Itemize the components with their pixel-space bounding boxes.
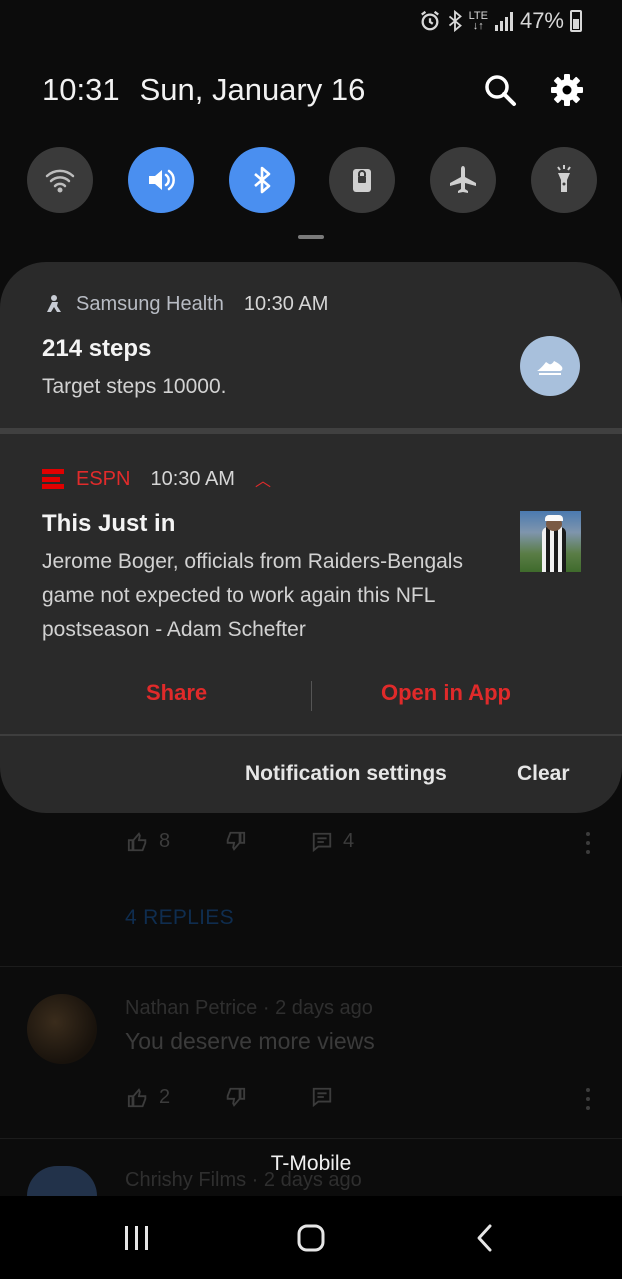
volume-icon: [148, 169, 175, 191]
thumbs-down-icon: [226, 831, 246, 851]
notification-header: ESPN 10:30 AM ︿: [42, 467, 271, 491]
navigation-bar: [0, 1196, 622, 1279]
notification-title: This Just in: [42, 510, 176, 537]
notification-title: 214 steps: [42, 335, 152, 362]
notification-divider: [0, 428, 622, 434]
like-count: 2: [159, 1086, 171, 1108]
like-count: 8: [159, 830, 171, 852]
open-in-app-button[interactable]: Open in App: [381, 680, 511, 706]
home-button[interactable]: [291, 1220, 331, 1256]
notification-header: Samsung Health 10:30 AM: [42, 293, 328, 316]
status-icons: LTE ↓↑ 47%: [419, 8, 582, 34]
reply-action[interactable]: 4: [311, 830, 354, 853]
notification-body: Target steps 10000.: [42, 375, 227, 398]
thumbs-up-icon: [127, 831, 147, 851]
toggle-screen-lock[interactable]: [329, 147, 396, 213]
quick-toggles: [27, 147, 597, 213]
more-options-icon[interactable]: [586, 1088, 594, 1110]
wifi-icon: [45, 169, 75, 193]
notification-time: 10:30 AM: [150, 467, 235, 490]
shoe-icon: [537, 361, 563, 375]
dislike-action[interactable]: [224, 830, 246, 852]
flashlight-icon: [557, 165, 571, 192]
notification-time: 10:30 AM: [243, 293, 329, 315]
notification-body-line: game not expected to work again this NFL: [42, 584, 436, 607]
like-action[interactable]: 8: [127, 830, 170, 853]
lock-icon: [353, 169, 372, 192]
notification-panel: Samsung Health 10:30 AM 214 steps Target…: [0, 262, 622, 813]
lte-icon: LTE ↓↑: [468, 10, 488, 32]
share-button[interactable]: Share: [146, 680, 207, 706]
toggle-bluetooth[interactable]: [228, 147, 295, 213]
back-icon: [477, 1224, 492, 1252]
espn-logo-icon: [42, 469, 64, 489]
recent-apps-button[interactable]: [117, 1220, 157, 1256]
back-button[interactable]: [465, 1220, 505, 1256]
app-name: Samsung Health: [76, 293, 224, 315]
footer-divider: [0, 734, 622, 736]
avatar[interactable]: [27, 994, 97, 1064]
steps-button[interactable]: [520, 336, 580, 396]
status-bar: LTE ↓↑ 47%: [0, 0, 622, 42]
toggle-flashlight[interactable]: [530, 147, 597, 213]
airplane-icon: [450, 166, 477, 193]
thumbs-down-icon: [226, 1087, 246, 1107]
comment-meta: Nathan Petrice · 2 days ago: [125, 997, 373, 1019]
clock: 10:31: [42, 72, 120, 107]
battery-icon: [570, 10, 582, 32]
comment-divider: [0, 966, 622, 967]
comment-icon: [312, 832, 332, 852]
toggle-sound[interactable]: [127, 147, 194, 213]
recent-apps-icon: [125, 1226, 148, 1250]
toggle-airplane-mode[interactable]: [430, 147, 497, 213]
thumbs-up-icon: [127, 1087, 147, 1107]
alarm-icon: [420, 10, 439, 31]
replies-link[interactable]: 4 REPLIES: [125, 906, 234, 930]
app-name: ESPN: [76, 467, 131, 490]
date: Sun, January 16: [139, 72, 366, 107]
comment-icon: [312, 1087, 332, 1108]
more-options-icon[interactable]: [586, 832, 594, 854]
comment-author: Nathan Petrice: [125, 997, 258, 1019]
comment-age: 2 days ago: [275, 997, 373, 1019]
carrier-label: T-Mobile: [270, 1152, 352, 1175]
action-divider: [311, 681, 312, 711]
bluetooth-icon: [253, 166, 270, 194]
dislike-action[interactable]: [224, 1086, 246, 1108]
home-icon: [297, 1224, 325, 1252]
notification-thumbnail: [520, 511, 581, 572]
comment-text: You deserve more views: [125, 1028, 375, 1054]
notification-settings-button[interactable]: Notification settings: [245, 762, 447, 786]
gear-icon[interactable]: [549, 72, 585, 108]
reply-action[interactable]: [311, 1086, 333, 1108]
comment-count: 4: [343, 830, 355, 852]
drag-handle[interactable]: [298, 235, 324, 239]
toggle-wifi[interactable]: [27, 147, 93, 213]
samsung-health-icon: [47, 294, 61, 312]
notification-body: Jerome Boger, officials from Raiders-Ben…: [42, 545, 463, 647]
comment-divider: [0, 1138, 622, 1139]
like-action[interactable]: 2: [127, 1086, 170, 1109]
search-icon[interactable]: [482, 72, 518, 108]
notification-body-line: Jerome Boger, officials from Raiders-Ben…: [42, 550, 463, 573]
quick-settings-header: 10:31 Sun, January 16: [42, 72, 365, 108]
signal-icon: [494, 12, 513, 31]
clear-button[interactable]: Clear: [517, 762, 570, 786]
notification-samsung-health[interactable]: Samsung Health 10:30 AM 214 steps Target…: [0, 262, 622, 428]
chevron-up-icon[interactable]: ︿: [255, 467, 271, 491]
notification-body-line: postseason - Adam Schefter: [42, 618, 306, 641]
battery-percent: 47%: [519, 8, 564, 33]
bluetooth-icon: [448, 10, 462, 32]
